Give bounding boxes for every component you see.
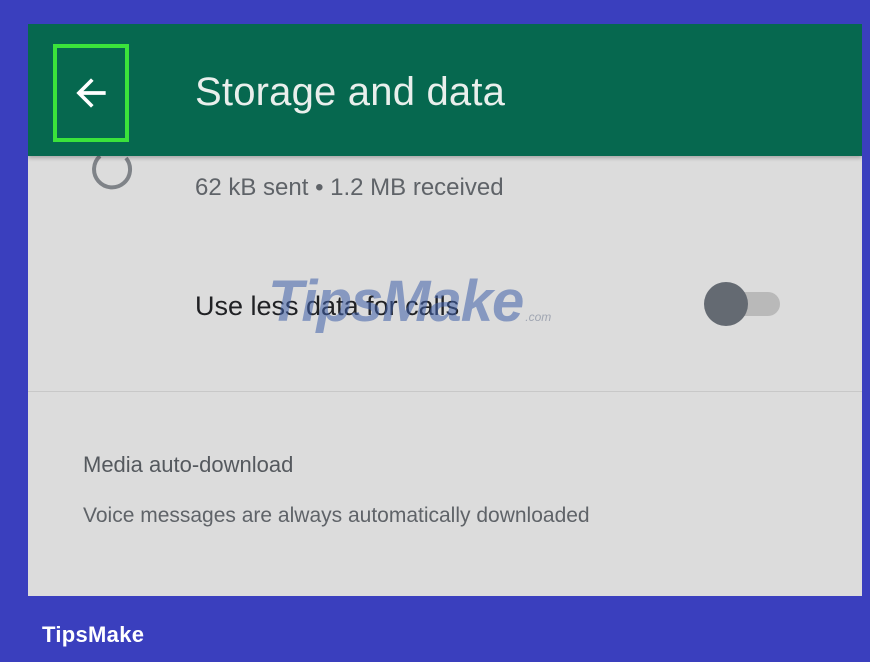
network-usage-row[interactable]: 62 kB sent • 1.2 MB received xyxy=(28,154,862,216)
use-less-data-label: Use less data for calls xyxy=(195,291,460,321)
settings-screen: Storage and data 62 kB sent • 1.2 MB rec… xyxy=(28,24,862,596)
section-divider xyxy=(28,391,862,392)
page-title: Storage and data xyxy=(195,70,506,114)
data-usage-icon xyxy=(92,154,132,190)
media-auto-download-title: Media auto-download xyxy=(83,452,294,477)
app-bar: Storage and data xyxy=(28,24,862,156)
use-less-data-row[interactable]: Use less data for calls xyxy=(28,262,862,352)
network-usage-value: 62 kB sent • 1.2 MB received xyxy=(195,174,504,201)
use-less-data-toggle[interactable] xyxy=(704,282,784,326)
footer-brand: TipsMake xyxy=(42,622,145,647)
toggle-thumb xyxy=(704,282,748,326)
arrow-left-icon xyxy=(76,78,106,108)
media-auto-download-subtitle: Voice messages are always automatically … xyxy=(83,504,590,527)
back-button[interactable] xyxy=(53,44,129,142)
